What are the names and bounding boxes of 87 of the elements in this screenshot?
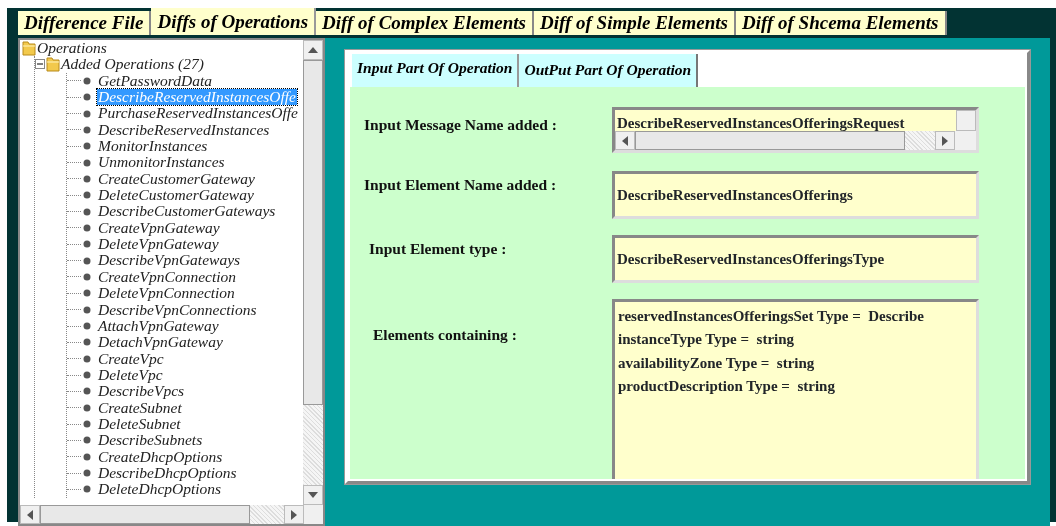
text-field[interactable]: DescribeReservedInstancesOfferingsType — [612, 235, 979, 283]
scroll-down-icon[interactable] — [303, 485, 323, 505]
bullet-icon — [83, 305, 91, 314]
tree-item[interactable]: DeleteSubnet — [97, 415, 182, 433]
bullet-icon — [83, 240, 91, 249]
tab[interactable]: OutPut Part Of Operation — [519, 53, 699, 87]
bullet-icon — [83, 485, 91, 494]
tree-item[interactable]: DescribeVpnConnections — [97, 301, 258, 318]
bullet-icon — [83, 322, 91, 330]
bullet-icon — [83, 191, 91, 200]
list-line: reservedInstancesOfferingsSet Type = Describe — [618, 307, 925, 326]
tree-item[interactable]: DeleteVpnConnection — [97, 285, 236, 302]
tree-item[interactable]: DeleteDhcpOptions — [97, 481, 223, 498]
tree-item[interactable]: CreateDhcpOptions — [97, 448, 224, 465]
elements-list[interactable]: reservedInstancesOfferingsSet Type = Describe instanceType Type = string availabilityZone Type = string productDescription Type = string — [612, 299, 979, 479]
tab[interactable]: Input Part Of Operation — [352, 53, 520, 87]
tab[interactable]: Diff of Complex Elements — [316, 11, 534, 35]
bullet-icon — [83, 289, 91, 298]
tree-item[interactable]: DescribeCustomerGateways — [97, 203, 277, 220]
scroll-thumb[interactable] — [303, 60, 323, 405]
tree-item[interactable]: DescribeDhcpOptions — [97, 464, 238, 482]
list-line: instanceType Type = string — [618, 330, 796, 350]
list-line: productDescription Type = string — [618, 376, 836, 396]
horizontal-scrollbar[interactable] — [20, 505, 323, 524]
folder-icon — [22, 40, 36, 56]
bullet-icon — [83, 452, 91, 461]
message-name-field[interactable]: DescribeReservedInstancesOfferingsRequest — [612, 107, 979, 153]
bullet-icon — [83, 207, 91, 216]
bullet-icon — [83, 109, 91, 118]
tab[interactable]: Diffs of Operations — [151, 8, 317, 35]
scroll-thumb[interactable] — [40, 505, 250, 524]
bullet-icon — [83, 142, 91, 151]
tree-item[interactable]: DeleteVpnGateway — [97, 236, 220, 253]
bullet-icon — [83, 469, 91, 478]
vertical-scrollbar[interactable] — [303, 40, 323, 505]
text-field[interactable]: DescribeReservedInstancesOfferings — [612, 171, 979, 219]
field-label: Input Element Name added : — [364, 175, 558, 195]
bullet-icon — [83, 158, 91, 167]
tab[interactable]: Diff of Simple Elements — [533, 11, 736, 35]
tree-item[interactable]: PurchaseReservedInstancesOffe — [97, 105, 299, 122]
tree-item[interactable]: DescribeVpcs — [97, 383, 186, 400]
tree-item[interactable]: DeleteVpc — [97, 366, 164, 384]
tree-node[interactable]: Added Operations (27) — [60, 56, 205, 73]
bullet-icon — [83, 371, 91, 380]
tree-item[interactable]: GetPasswordData — [97, 72, 213, 90]
scroll-left-icon[interactable] — [20, 505, 40, 524]
tree-item[interactable]: MonitorInstances — [97, 138, 209, 155]
bullet-icon — [83, 125, 91, 134]
tree-item[interactable]: CreateVpnGateway — [97, 219, 221, 237]
folder-icon — [46, 57, 60, 72]
bullet-icon — [83, 174, 91, 183]
bullet-icon — [83, 420, 91, 429]
bullet-icon — [83, 436, 91, 445]
bullet-icon — [83, 338, 91, 347]
scroll-thumb[interactable] — [635, 131, 905, 150]
bullet-icon — [83, 256, 91, 265]
bullet-icon — [83, 76, 91, 85]
bullet-icon — [83, 93, 91, 102]
tree-item[interactable]: UnmonitorInstances — [97, 154, 226, 171]
tab[interactable]: Difference File — [18, 11, 152, 35]
collapse-icon[interactable] — [35, 59, 46, 70]
list-line: availabilityZone Type = string — [618, 353, 816, 373]
scroll-up-icon[interactable] — [303, 40, 323, 60]
tree-item[interactable]: DescribeReservedInstances — [97, 121, 271, 139]
bullet-icon — [83, 387, 91, 396]
bullet-icon — [83, 273, 91, 281]
tree-item[interactable]: CreateCustomerGateway — [97, 170, 256, 188]
field-label: Input Element type : — [368, 239, 508, 259]
tab[interactable]: Diff of Shcema Elements — [736, 11, 947, 35]
tree-item[interactable]: DescribeSubnets — [97, 432, 204, 449]
bullet-icon — [83, 354, 91, 363]
tree-item[interactable]: CreateVpnConnection — [97, 268, 238, 286]
tree-item[interactable]: CreateSubnet — [97, 399, 183, 416]
tree-item[interactable]: DetachVpnGateway — [97, 334, 224, 351]
tree-item[interactable]: DescribeVpnGateways — [97, 252, 242, 269]
tree-item[interactable]: AttachVpnGateway — [97, 317, 220, 335]
tree-item[interactable]: DeleteCustomerGateway — [97, 187, 255, 204]
field-label: Elements containing : — [372, 325, 518, 345]
field-label: Input Message Name added : — [364, 115, 558, 135]
field-value: DescribeReservedInstancesOfferingsRequest — [616, 114, 906, 131]
tree-item[interactable]: CreateVpc — [97, 350, 165, 367]
bullet-icon — [83, 403, 91, 412]
bullet-icon — [83, 223, 91, 232]
scroll-right-icon[interactable] — [935, 131, 955, 150]
tree-node[interactable]: Operations — [36, 40, 108, 57]
scroll-right-icon[interactable] — [284, 505, 304, 524]
scroll-left-icon[interactable] — [615, 131, 635, 150]
